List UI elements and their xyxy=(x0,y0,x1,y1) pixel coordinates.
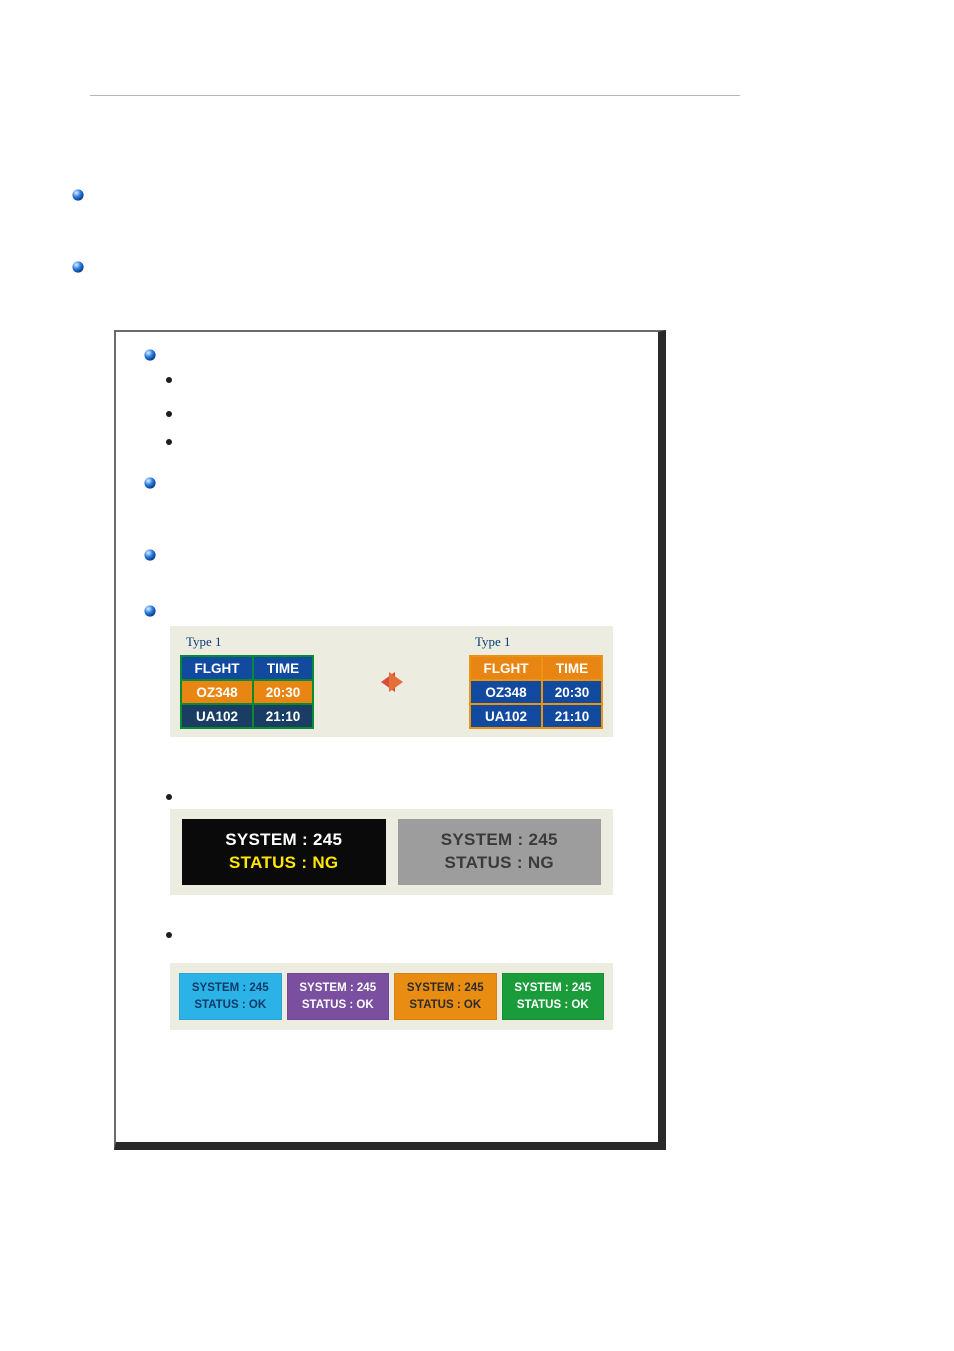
system-line: SYSTEM : 245 xyxy=(407,980,484,997)
card-bullet-1 xyxy=(144,346,630,362)
card-bullet-4 xyxy=(144,602,630,618)
sub-bullet-fig2 xyxy=(166,787,630,803)
info-card: Type 1 FLGHT TIME OZ348 20:30 UA102 21:1… xyxy=(114,330,666,1150)
sub-bullet-1c xyxy=(166,432,630,448)
outer-bullet-list xyxy=(72,186,864,274)
sphere-bullet-icon xyxy=(144,549,156,561)
status-panel-dark: SYSTEM : 245 STATUS : NG xyxy=(182,819,386,885)
table-label-left: Type 1 xyxy=(180,634,314,650)
status-badge-cyan: SYSTEM : 245 STATUS : OK xyxy=(179,973,282,1020)
system-line: SYSTEM : 245 xyxy=(514,980,591,997)
outer-bullet-1 xyxy=(72,186,864,202)
figure-status-badges: SYSTEM : 245 STATUS : OK SYSTEM : 245 ST… xyxy=(170,963,613,1030)
status-line: STATUS : OK xyxy=(302,997,374,1014)
status-line: STATUS : OK xyxy=(409,997,481,1014)
status-line: STATUS : OK xyxy=(517,997,589,1014)
cell-flight-0: OZ348 xyxy=(471,681,541,703)
divider-top xyxy=(90,95,740,96)
cell-header-time: TIME xyxy=(254,657,312,679)
cell-header-flight: FLGHT xyxy=(182,657,252,679)
card-bullet-3 xyxy=(144,546,630,562)
flight-table-orange: FLGHT TIME OZ348 20:30 UA102 21:10 xyxy=(469,655,603,729)
status-panel-grey: SYSTEM : 245 STATUS : NG xyxy=(398,819,602,885)
outer-bullet-2 xyxy=(72,258,864,274)
status-line: STATUS : OK xyxy=(194,997,266,1014)
cell-flight-1: UA102 xyxy=(471,705,541,727)
cell-time-0: 20:30 xyxy=(254,681,312,703)
flight-table-green: FLGHT TIME OZ348 20:30 UA102 21:10 xyxy=(180,655,314,729)
status-badge-purple: SYSTEM : 245 STATUS : OK xyxy=(287,973,390,1020)
figure-flight-tables: Type 1 FLGHT TIME OZ348 20:30 UA102 21:1… xyxy=(170,626,613,737)
page: Type 1 FLGHT TIME OZ348 20:30 UA102 21:1… xyxy=(0,0,954,1351)
sub-bullet-fig3 xyxy=(166,925,630,941)
cell-time-1: 21:10 xyxy=(254,705,312,727)
arrow-right-icon xyxy=(389,672,403,692)
cell-flight-0: OZ348 xyxy=(182,681,252,703)
figure-status-panels: SYSTEM : 245 STATUS : NG SYSTEM : 245 ST… xyxy=(170,809,613,895)
cell-flight-1: UA102 xyxy=(182,705,252,727)
system-line: SYSTEM : 245 xyxy=(299,980,376,997)
cell-time-0: 20:30 xyxy=(543,681,601,703)
dot-bullet-icon xyxy=(166,411,172,417)
cell-header-time: TIME xyxy=(543,657,601,679)
status-line: STATUS : NG xyxy=(445,852,554,875)
flight-table-right: Type 1 FLGHT TIME OZ348 20:30 UA102 21:1… xyxy=(469,634,603,729)
sphere-bullet-icon xyxy=(72,189,84,201)
sub-bullet-1a xyxy=(166,370,630,386)
cell-time-1: 21:10 xyxy=(543,705,601,727)
dot-bullet-icon xyxy=(166,794,172,800)
system-line: SYSTEM : 245 xyxy=(225,829,342,852)
cell-header-flight: FLGHT xyxy=(471,657,541,679)
dot-bullet-icon xyxy=(166,439,172,445)
status-line: STATUS : NG xyxy=(229,852,338,875)
status-badge-green: SYSTEM : 245 STATUS : OK xyxy=(502,973,605,1020)
sphere-bullet-icon xyxy=(144,605,156,617)
system-line: SYSTEM : 245 xyxy=(192,980,269,997)
table-label-right: Type 1 xyxy=(469,634,603,650)
sphere-bullet-icon xyxy=(72,261,84,273)
card-bullet-2 xyxy=(144,474,630,490)
dot-bullet-icon xyxy=(166,377,172,383)
flight-table-left: Type 1 FLGHT TIME OZ348 20:30 UA102 21:1… xyxy=(180,634,314,729)
sphere-bullet-icon xyxy=(144,477,156,489)
sphere-bullet-icon xyxy=(144,349,156,361)
system-line: SYSTEM : 245 xyxy=(441,829,558,852)
swap-arrows-icon xyxy=(381,672,403,692)
dot-bullet-icon xyxy=(166,932,172,938)
status-badge-orange: SYSTEM : 245 STATUS : OK xyxy=(394,973,497,1020)
sub-bullet-1b xyxy=(166,404,630,420)
